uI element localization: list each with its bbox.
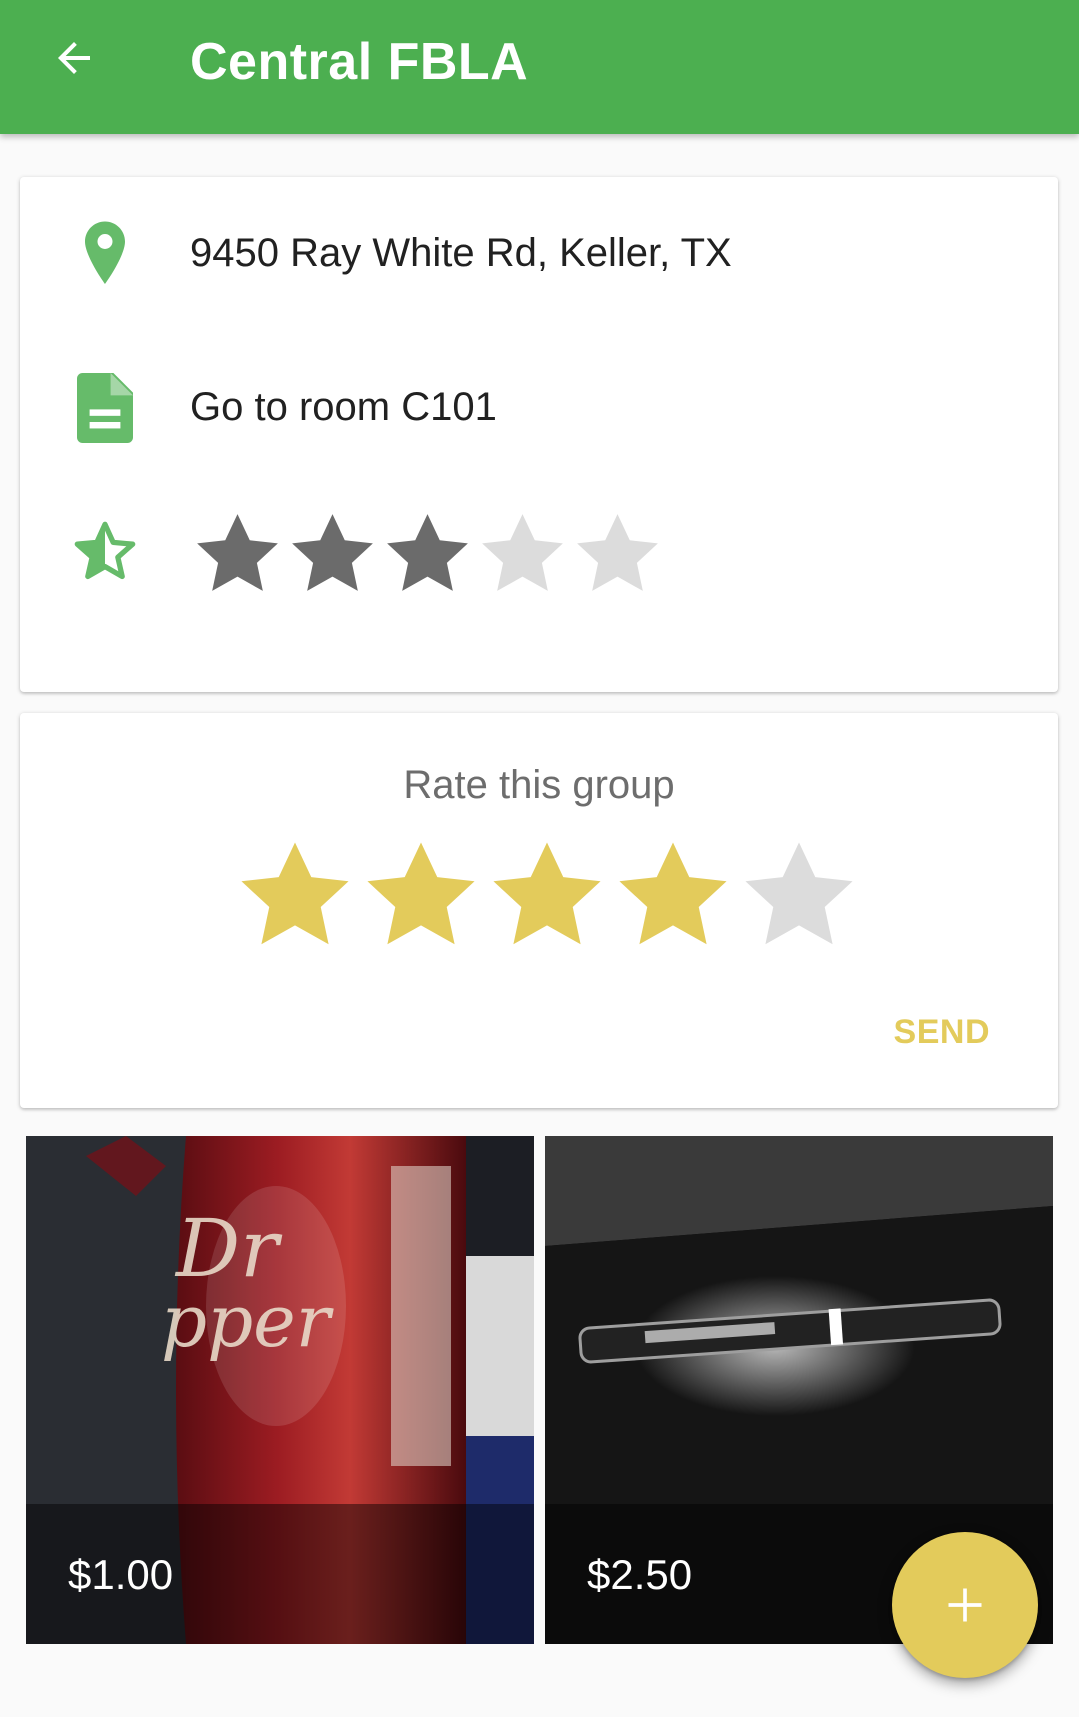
star-filled-icon xyxy=(292,514,373,591)
star-empty-icon xyxy=(482,514,563,591)
note-text: Go to room C101 xyxy=(190,385,497,429)
app-bar: Central FBLA xyxy=(0,0,1079,134)
send-button[interactable]: SEND xyxy=(894,1013,990,1052)
rate-star-selected-icon[interactable] xyxy=(232,833,358,959)
star-filled-icon xyxy=(387,514,468,591)
group-info-card: 9450 Ray White Rd, Keller, TX Go to room… xyxy=(20,177,1058,692)
arrow-back-icon[interactable] xyxy=(44,28,104,88)
rate-star-unselected-icon[interactable] xyxy=(736,833,862,959)
half-star-icon xyxy=(70,517,140,587)
rate-title: Rate this group xyxy=(403,763,675,807)
location-pin-icon xyxy=(70,219,140,289)
rating-bar[interactable] xyxy=(232,833,862,959)
note-row: Go to room C101 xyxy=(20,361,1058,451)
add-item-button[interactable] xyxy=(892,1532,1038,1678)
star-empty-icon xyxy=(577,514,658,591)
address-row[interactable]: 9450 Ray White Rd, Keller, TX xyxy=(20,207,1058,297)
document-icon xyxy=(70,373,140,443)
rate-star-selected-icon[interactable] xyxy=(484,833,610,959)
svg-text:pper: pper xyxy=(161,1279,334,1363)
plus-icon xyxy=(948,1588,982,1622)
average-rating-stars xyxy=(190,507,665,602)
address-text: 9450 Ray White Rd, Keller, TX xyxy=(190,231,732,275)
item-tile[interactable]: Dr pper $1.00 xyxy=(26,1136,534,1644)
rate-star-selected-icon[interactable] xyxy=(358,833,484,959)
page-title: Central FBLA xyxy=(190,33,529,91)
rate-group-card: Rate this group SEND xyxy=(20,713,1058,1108)
star-filled-icon xyxy=(197,514,278,591)
rate-star-selected-icon[interactable] xyxy=(610,833,736,959)
item-price: $1.00 xyxy=(68,1551,174,1598)
item-price: $2.50 xyxy=(587,1551,693,1598)
rating-row xyxy=(20,507,1058,607)
